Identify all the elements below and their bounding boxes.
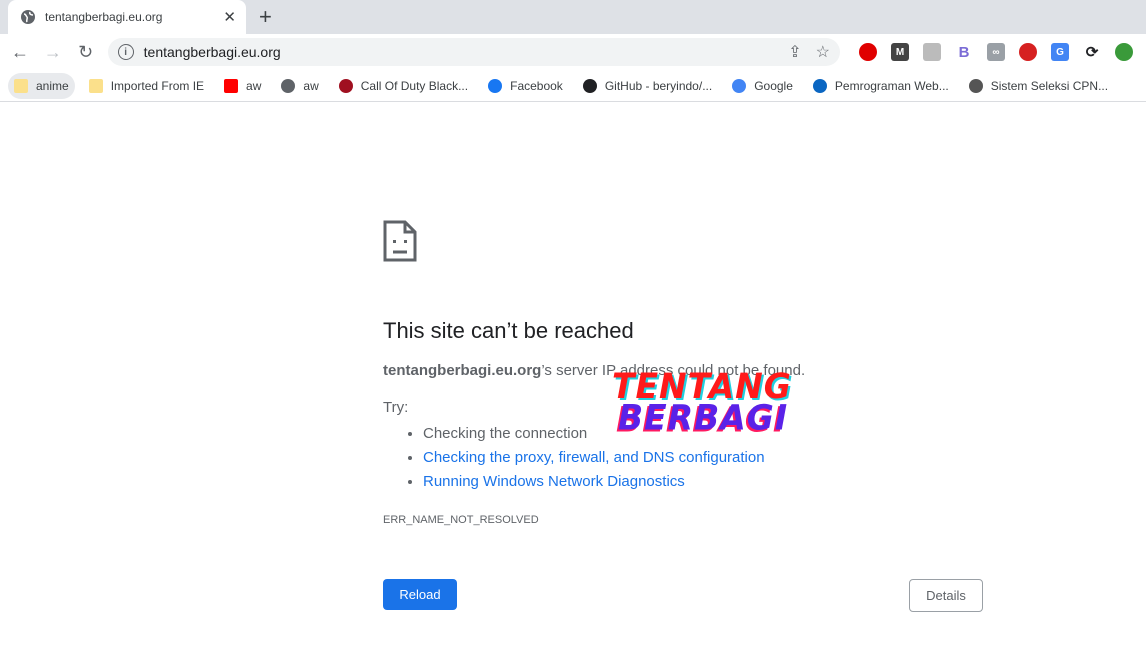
new-tab-button[interactable]: + (259, 4, 272, 30)
ext-b-extension-icon[interactable]: B (954, 43, 973, 61)
sync-extension-icon[interactable]: ⟳ (1082, 43, 1101, 61)
bookmark-label: Pemrograman Web... (834, 78, 949, 93)
bookmark-item[interactable]: anime (8, 72, 75, 99)
ext-gray-extension-icon[interactable] (922, 43, 941, 61)
bookmark-label: Facebook (510, 78, 563, 93)
url-text[interactable]: tentangberbagi.eu.org (144, 44, 775, 60)
bookmark-item[interactable]: aw (218, 73, 267, 99)
bookmark-item[interactable]: Sistem Seleksi CPN... (963, 73, 1114, 99)
google-translate-extension-icon[interactable]: G (1050, 43, 1069, 61)
bookmark-label: Sistem Seleksi CPN... (990, 78, 1109, 93)
suggestion-text: Checking the connection (423, 425, 588, 442)
mega-extension-icon[interactable]: M (890, 43, 909, 61)
bookmark-label: Imported From IE (110, 78, 205, 93)
github-icon (582, 78, 597, 93)
bookmark-item[interactable]: Pemrograman Web... (807, 73, 955, 99)
reload-page-button[interactable]: ↻ (72, 38, 100, 66)
address-bar[interactable]: i tentangberbagi.eu.org ⇪ ☆ (107, 38, 840, 66)
share-icon[interactable]: ⇪ (788, 42, 801, 62)
bookmark-item[interactable]: GitHub - beryindo/... (577, 73, 718, 99)
watermark-line2: BERBAGI (618, 396, 789, 438)
bookmark-label: GitHub - beryindo/... (604, 78, 713, 93)
details-button[interactable]: Details (909, 579, 983, 612)
gamepad-icon (338, 78, 353, 93)
google-icon (732, 78, 747, 93)
globe-icon (281, 78, 296, 93)
diagnostics-link[interactable]: Running Windows Network Diagnostics (423, 473, 685, 490)
folder-icon (88, 78, 103, 93)
bookmarks-bar: anime Imported From IE aw aw Call Of Duty Bl… (0, 70, 1146, 102)
error-host: tentangberbagi.eu.org (383, 362, 542, 379)
folder-icon (14, 78, 28, 93)
bookmark-label: aw (303, 78, 319, 93)
ext-link-extension-icon[interactable]: ∞ (986, 43, 1005, 61)
sad-page-icon (383, 220, 417, 262)
ext-block-extension-icon[interactable] (1018, 43, 1037, 61)
toolbar: ← → ↻ i tentangberbagi.eu.org ⇪ ☆ M B ∞ G ⟳ (0, 34, 1146, 70)
proxy-link[interactable]: Checking the proxy, firewall, and DNS co… (423, 449, 765, 466)
youtube-icon (224, 78, 239, 93)
bookmark-label: aw (246, 78, 262, 93)
bookmark-item[interactable]: Imported From IE (83, 73, 210, 99)
close-tab-icon[interactable]: ✕ (223, 8, 236, 26)
bookmark-label: Google (754, 78, 793, 93)
forward-button[interactable]: → (39, 38, 67, 66)
reload-button[interactable]: Reload (383, 579, 457, 610)
tab-strip: tentangberbagi.eu.org ✕ + (0, 0, 1146, 34)
tab-title: tentangberbagi.eu.org (45, 10, 163, 24)
back-button[interactable]: ← (6, 38, 34, 66)
extensions: M B ∞ G ⟳ (852, 43, 1140, 61)
watermark-logo: TENTANG BERBAGI (612, 368, 792, 438)
adblock-extension-icon[interactable] (858, 43, 877, 61)
bookmark-label: anime (36, 78, 69, 93)
star-icon[interactable]: ☆ (816, 42, 830, 62)
suggestion-item: Checking the proxy, firewall, and DNS co… (423, 446, 983, 470)
error-title: This site can’t be reached (383, 318, 634, 343)
linkedin-icon (812, 78, 827, 93)
idm-extension-icon[interactable] (1114, 43, 1133, 61)
facebook-icon (488, 78, 503, 93)
error-code: ERR_NAME_NOT_RESOLVED (383, 514, 539, 526)
bkn-icon (968, 78, 983, 93)
info-icon[interactable]: i (117, 44, 134, 60)
suggestion-item: Running Windows Network Diagnostics (423, 470, 983, 494)
bookmark-item[interactable]: Call Of Duty Black... (333, 73, 474, 99)
bookmark-item[interactable]: Google (726, 73, 799, 99)
tab-active[interactable]: tentangberbagi.eu.org ✕ (8, 0, 246, 34)
globe-icon (21, 10, 35, 24)
bookmark-item[interactable]: aw (275, 73, 324, 99)
bookmark-item[interactable]: Facebook (482, 73, 569, 99)
bookmark-label: Call Of Duty Black... (360, 78, 469, 93)
